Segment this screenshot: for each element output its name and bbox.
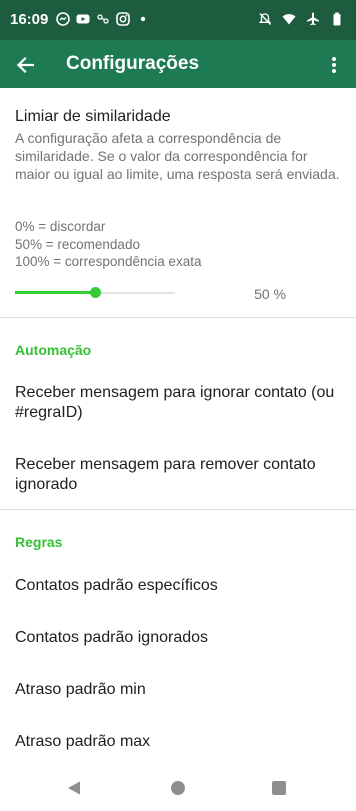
similarity-legend: 0% = discordar 50% = recomendado 100% = … bbox=[15, 218, 202, 271]
airplane-icon bbox=[307, 12, 319, 26]
nav-recents-icon[interactable] bbox=[272, 781, 286, 795]
similarity-threshold-setting: Limiar de similaridade A configuração af… bbox=[0, 88, 356, 318]
divider bbox=[0, 317, 356, 318]
more-vert-icon bbox=[332, 57, 336, 73]
automation-header: Automação bbox=[15, 342, 92, 358]
app-bar: Configurações bbox=[0, 40, 356, 88]
instagram-icon bbox=[116, 12, 130, 26]
pref-remove-ignored-contact-message[interactable]: Receber mensagem para remover contato ig… bbox=[15, 455, 345, 495]
page-title: Configurações bbox=[66, 53, 200, 74]
similarity-slider[interactable] bbox=[15, 285, 175, 301]
slider-thumb[interactable] bbox=[90, 287, 101, 298]
pref-ignore-contact-message[interactable]: Receber mensagem para ignorar contato (o… bbox=[15, 383, 345, 423]
legend-line: 100% = correspondência exata bbox=[15, 254, 202, 269]
navigation-bar bbox=[0, 765, 356, 811]
divider bbox=[0, 509, 356, 510]
pref-default-ignored-contacts[interactable]: Contatos padrão ignorados bbox=[15, 628, 345, 648]
similarity-description: A configuração afeta a correspondência d… bbox=[15, 130, 340, 182]
system-icons bbox=[258, 12, 344, 26]
legend-line: 0% = discordar bbox=[15, 219, 106, 234]
youtube-icon bbox=[76, 14, 90, 24]
mute-icon bbox=[258, 13, 272, 25]
status-bar: 16:09 bbox=[0, 0, 356, 40]
nav-home-icon[interactable] bbox=[171, 781, 185, 795]
overflow-menu-button[interactable] bbox=[324, 52, 344, 78]
notification-icons bbox=[56, 12, 150, 26]
slider-fill bbox=[15, 291, 95, 294]
wifi-icon bbox=[282, 14, 296, 25]
arrow-left-icon bbox=[16, 56, 34, 74]
dot-icon bbox=[140, 16, 146, 22]
pref-default-max-delay[interactable]: Atraso padrão max bbox=[15, 732, 345, 752]
network-icon bbox=[97, 14, 109, 24]
slider-value: 50 % bbox=[254, 286, 286, 302]
similarity-title: Limiar de similaridade bbox=[15, 108, 171, 125]
pref-default-min-delay[interactable]: Atraso padrão min bbox=[15, 680, 345, 700]
battery-icon bbox=[333, 12, 341, 26]
rules-header: Regras bbox=[15, 534, 63, 550]
pref-default-specific-contacts[interactable]: Contatos padrão específicos bbox=[15, 576, 345, 596]
status-time: 16:09 bbox=[10, 11, 49, 28]
back-button[interactable] bbox=[12, 52, 38, 78]
nav-back-icon[interactable] bbox=[67, 781, 81, 795]
legend-line: 50% = recomendado bbox=[15, 236, 140, 252]
messenger-icon bbox=[56, 12, 70, 26]
